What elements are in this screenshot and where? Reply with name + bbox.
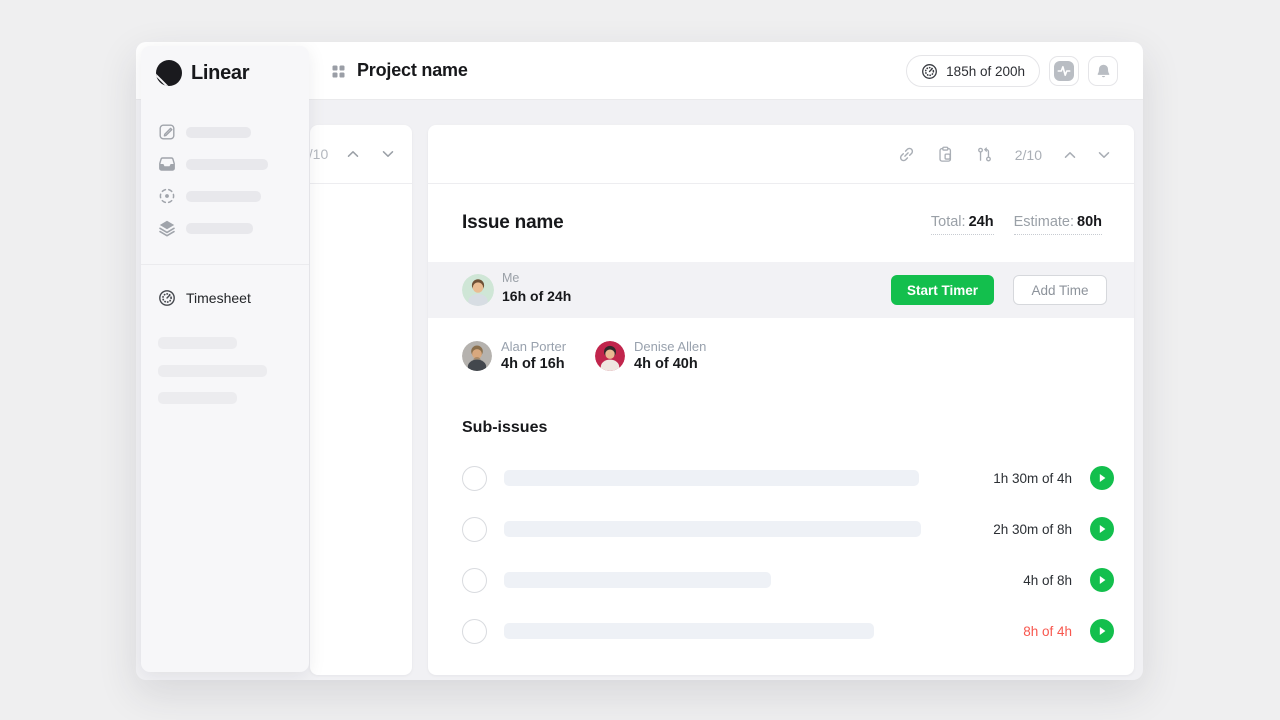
page: Project name 185h of 200h bbox=[0, 0, 1280, 720]
subissue-title-skeleton bbox=[504, 572, 771, 588]
estimate-stat[interactable]: Estimate:80h bbox=[1014, 214, 1102, 235]
total-stat[interactable]: Total:24h bbox=[931, 214, 994, 235]
link-icon[interactable] bbox=[898, 146, 915, 163]
timer-icon bbox=[921, 63, 938, 80]
chevron-up-icon[interactable] bbox=[1064, 151, 1076, 159]
collaborators-row: Alan Porter 4h of 16h Denise Allen 4h of… bbox=[462, 339, 706, 372]
time-budget-label: 185h of 200h bbox=[946, 64, 1025, 79]
clipboard-icon[interactable] bbox=[937, 146, 954, 163]
chevron-down-icon[interactable] bbox=[382, 150, 394, 158]
play-timer-button[interactable] bbox=[1090, 466, 1114, 490]
issue-card-header: 2/10 bbox=[428, 125, 1134, 184]
issue-list-panel: 5/10 bbox=[310, 125, 412, 675]
layers-icon bbox=[158, 219, 176, 237]
issue-stats: Total:24h Estimate:80h bbox=[931, 214, 1102, 235]
drag-handle-icon[interactable] bbox=[332, 65, 345, 78]
me-name: Me bbox=[502, 271, 519, 285]
timesheet-label: Timesheet bbox=[186, 290, 251, 306]
my-time-row: Me 16h of 24h Start Timer Add Time bbox=[428, 262, 1134, 318]
start-timer-button[interactable]: Start Timer bbox=[891, 275, 994, 305]
sidebar-item-inbox[interactable] bbox=[141, 152, 309, 176]
subissue-time-overbudget: 8h of 4h bbox=[1023, 624, 1072, 639]
issue-detail-card: 2/10 Issue name Total:24h Estimate:80h bbox=[428, 125, 1134, 675]
subissue-row[interactable]: 4h of 8h bbox=[462, 567, 1114, 593]
subissue-title-skeleton bbox=[504, 623, 874, 639]
list-counter: 5/10 bbox=[310, 146, 328, 162]
issue-title-row: Issue name Total:24h Estimate:80h bbox=[428, 184, 1134, 262]
sidebar-item-timesheet[interactable]: Timesheet bbox=[141, 284, 309, 312]
sidebar-divider bbox=[141, 264, 309, 265]
total-value: 24h bbox=[969, 214, 994, 230]
my-time-actions: Start Timer Add Time bbox=[891, 275, 1107, 305]
subissue-time: 1h 30m of 4h bbox=[993, 471, 1072, 486]
git-branch-icon[interactable] bbox=[976, 146, 993, 163]
time-budget-badge[interactable]: 185h of 200h bbox=[906, 55, 1040, 87]
topbar-actions: 185h of 200h bbox=[906, 55, 1118, 87]
compose-icon bbox=[158, 123, 176, 141]
collaborator: Denise Allen 4h of 40h bbox=[595, 339, 706, 372]
subissue-row[interactable]: 8h of 4h bbox=[462, 618, 1114, 644]
subissue-time: 2h 30m of 8h bbox=[993, 522, 1072, 537]
subissue-time: 4h of 8h bbox=[1023, 573, 1072, 588]
issue-title: Issue name bbox=[462, 212, 564, 234]
issue-counter: 2/10 bbox=[1015, 147, 1042, 163]
subissue-row[interactable]: 2h 30m of 8h bbox=[462, 516, 1114, 542]
me-time: 16h of 24h bbox=[502, 288, 571, 304]
timesheet-icon bbox=[158, 289, 176, 307]
sidebar-skeleton-bar bbox=[158, 365, 267, 377]
app-window: Project name 185h of 200h bbox=[136, 42, 1143, 680]
notifications-button[interactable] bbox=[1088, 56, 1118, 86]
nav-label-skeleton bbox=[186, 223, 253, 234]
bell-icon bbox=[1095, 63, 1112, 80]
project-title: Project name bbox=[357, 60, 468, 81]
play-timer-button[interactable] bbox=[1090, 568, 1114, 592]
sidebar-item-views[interactable] bbox=[141, 216, 309, 240]
issue-list-header: 5/10 bbox=[310, 125, 412, 184]
logo-row: Linear bbox=[155, 59, 249, 87]
subissue-title-skeleton bbox=[504, 521, 921, 537]
avatar-me bbox=[462, 274, 494, 306]
subissues-heading: Sub-issues bbox=[462, 419, 547, 437]
chevron-up-icon[interactable] bbox=[347, 150, 359, 158]
collaborator-name: Alan Porter bbox=[501, 339, 566, 354]
logo-wordmark: Linear bbox=[191, 62, 249, 85]
subissue-title-skeleton bbox=[504, 470, 919, 486]
activity-pulse-icon bbox=[1054, 61, 1074, 81]
play-timer-button[interactable] bbox=[1090, 517, 1114, 541]
subissue-checkbox[interactable] bbox=[462, 619, 487, 644]
collaborator-name: Denise Allen bbox=[634, 339, 706, 354]
collaborator-time: 4h of 16h bbox=[501, 356, 566, 372]
linear-logo-icon bbox=[155, 59, 183, 87]
sidebar-skeleton-bar bbox=[158, 337, 237, 349]
nav-label-skeleton bbox=[186, 159, 268, 170]
nav-label-skeleton bbox=[186, 191, 261, 202]
issue-header-tools: 2/10 bbox=[898, 125, 1110, 184]
chevron-down-icon[interactable] bbox=[1098, 151, 1110, 159]
add-time-button[interactable]: Add Time bbox=[1013, 275, 1107, 305]
sidebar-skeleton-bar bbox=[158, 392, 237, 404]
subissue-checkbox[interactable] bbox=[462, 466, 487, 491]
sidebar-item-focus[interactable] bbox=[141, 184, 309, 208]
estimate-label: Estimate: bbox=[1014, 214, 1074, 230]
estimate-value: 80h bbox=[1077, 214, 1102, 230]
play-timer-button[interactable] bbox=[1090, 619, 1114, 643]
sidebar: Linear bbox=[141, 46, 309, 672]
collaborator: Alan Porter 4h of 16h bbox=[462, 339, 566, 372]
subissue-checkbox[interactable] bbox=[462, 568, 487, 593]
subissue-row[interactable]: 1h 30m of 4h bbox=[462, 465, 1114, 491]
sidebar-item-compose[interactable] bbox=[141, 120, 309, 144]
avatar-denise-allen bbox=[595, 341, 625, 371]
nav-label-skeleton bbox=[186, 127, 251, 138]
activity-button[interactable] bbox=[1049, 56, 1079, 86]
focus-icon bbox=[158, 187, 176, 205]
total-label: Total: bbox=[931, 214, 966, 230]
collaborator-time: 4h of 40h bbox=[634, 356, 706, 372]
inbox-icon bbox=[158, 155, 176, 173]
subissue-checkbox[interactable] bbox=[462, 517, 487, 542]
avatar-alan-porter bbox=[462, 341, 492, 371]
